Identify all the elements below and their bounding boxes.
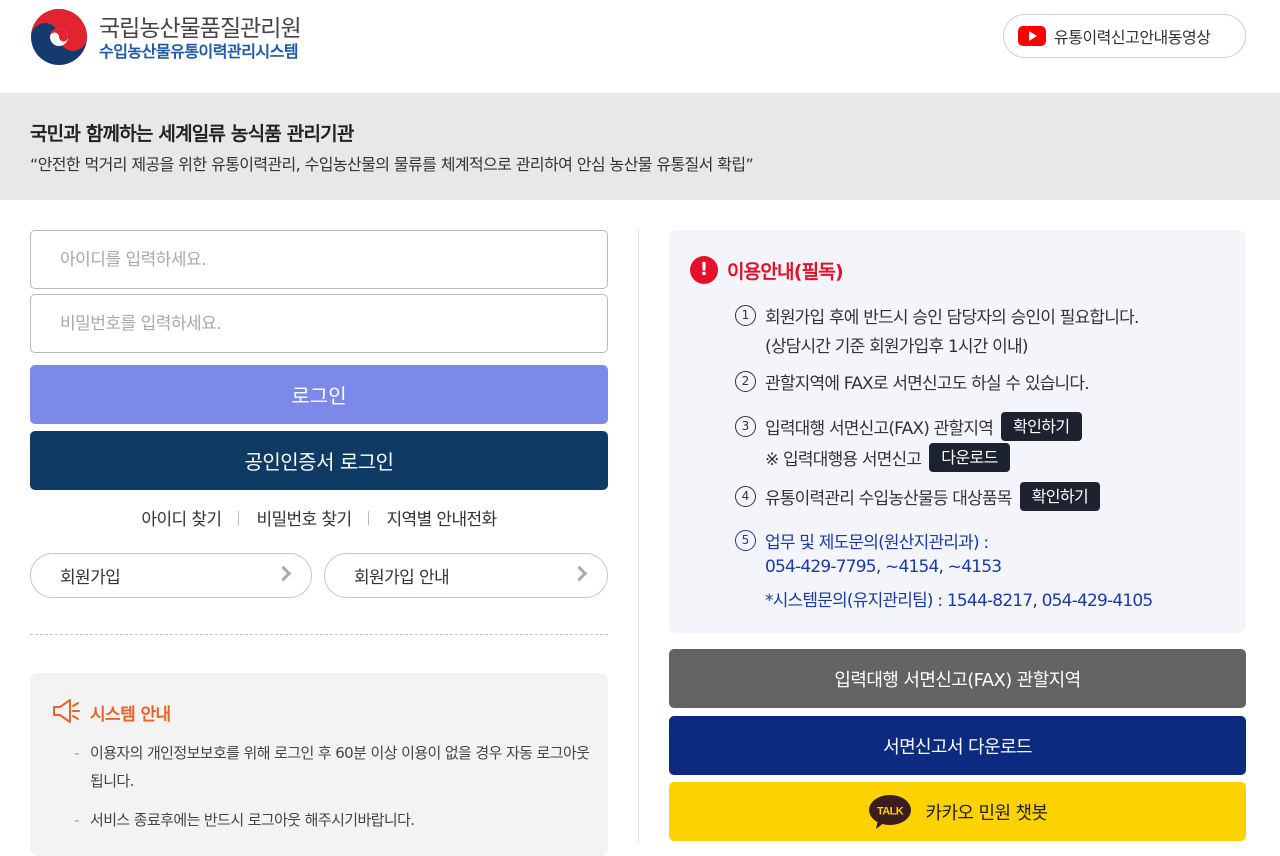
government-emblem-icon[interactable]: [30, 8, 88, 66]
notice-item-3-text: 입력대행 서면신고(FAX) 관할지역: [765, 419, 994, 439]
system-notice-title: 시스템 안내: [90, 705, 171, 725]
system-notice-box: 시스템 안내 이용자의 개인정보보호를 위해 로그인 후 60분 이상 이용이 …: [30, 673, 608, 856]
form-download-large-button[interactable]: 서면신고서 다운로드: [669, 716, 1246, 775]
find-id-link[interactable]: 아이디 찾기: [141, 505, 222, 530]
notice-item-3: 3 입력대행 서면신고(FAX) 관할지역 확인하기: [735, 412, 1082, 441]
form-download-label: 서면신고서 다운로드: [883, 736, 1032, 758]
find-password-link[interactable]: 비밀번호 찾기: [256, 505, 352, 530]
notice-item-2-text: 관할지역에 FAX로 서면신고도 하실 수 있습니다.: [765, 374, 1090, 394]
login-button[interactable]: 로그인: [30, 365, 608, 424]
slogan-banner: 국민과 함께하는 세계일류 농식품 관리기관 “안전한 먹거리 제공을 위한 유…: [0, 93, 1280, 200]
notice-item-4-text: 유통이력관리 수입농산물등 대상품목: [765, 489, 1012, 509]
circled-number: 1: [735, 305, 756, 326]
column-divider: [638, 230, 639, 842]
account-links: 아이디 찾기 비밀번호 찾기 지역별 안내전화: [30, 505, 608, 530]
system-notice-item: 서비스 종료후에는 반드시 로그아웃 해주시기바랍니다.: [74, 806, 594, 834]
usage-notice-title: 이용안내(필독): [727, 261, 844, 283]
notice-item-5-text: 업무 및 제도문의(원산지관리과) :: [765, 533, 989, 553]
notice-item-4: 4 유통이력관리 수입농산물등 대상품목 확인하기: [735, 482, 1101, 511]
id-input[interactable]: [30, 230, 608, 289]
header: 국립농산물품질관리원 수입농산물유통이력관리시스템 유통이력신고안내동영상: [0, 0, 1280, 93]
chevron-right-icon: [571, 565, 588, 582]
notice-item-3-sub-text: ※ 입력대행용 서면신고: [765, 450, 922, 470]
chevron-right-icon: [275, 565, 292, 582]
notice-item-5: 5 업무 및 제도문의(원산지관리과) :: [735, 528, 989, 553]
contact-phone-numbers: 054-429-7795, ~4154, ~4153: [765, 557, 1002, 577]
circled-number: 2: [735, 371, 756, 392]
password-input[interactable]: [30, 294, 608, 353]
fax-region-check-button[interactable]: 확인하기: [1001, 412, 1082, 441]
join-label: 회원가입: [60, 568, 121, 588]
regional-phone-link[interactable]: 지역별 안내전화: [386, 505, 497, 530]
circled-number: 4: [735, 486, 756, 507]
fax-region-label: 입력대행 서면신고(FAX) 관할지역: [834, 669, 1081, 691]
usage-notice-panel: ! 이용안내(필독) 1 회원가입 후에 반드시 승인 담당자의 승인이 필요합…: [669, 230, 1246, 633]
link-divider: [238, 510, 240, 525]
join-guide-button[interactable]: 회원가입 안내: [324, 553, 608, 598]
megaphone-icon: [53, 699, 80, 723]
certificate-login-button[interactable]: 공인인증서 로그인: [30, 431, 608, 490]
notice-item-3-sub: ※ 입력대행용 서면신고 다운로드: [765, 443, 1010, 472]
fax-region-button[interactable]: 입력대행 서면신고(FAX) 관할지역: [669, 649, 1246, 708]
system-name[interactable]: 수입농산물유통이력관리시스템: [99, 38, 299, 62]
form-download-button[interactable]: 다운로드: [929, 443, 1010, 472]
system-contact-numbers: *시스템문의(유지관리팀) : 1544-8217, 054-429-4105: [765, 591, 1153, 611]
circled-number: 3: [735, 416, 756, 437]
section-divider: [30, 634, 608, 635]
notice-item-1: 1 회원가입 후에 반드시 승인 담당자의 승인이 필요합니다.: [735, 303, 1139, 328]
kakao-chatbot-button[interactable]: TALK 카카오 민원 챗봇: [669, 782, 1246, 841]
talk-text: TALK: [876, 805, 903, 817]
banner-subtitle: “안전한 먹거리 제공을 위한 유통이력관리, 수입농산물의 물류를 체계적으로…: [30, 155, 754, 174]
guide-video-button[interactable]: 유통이력신고안내동영상: [1003, 14, 1246, 58]
kakao-chatbot-label: 카카오 민원 챗봇: [925, 802, 1049, 824]
join-button[interactable]: 회원가입: [30, 553, 312, 598]
link-divider: [368, 510, 370, 525]
kakao-talk-icon: TALK: [868, 794, 911, 829]
system-notice-item: 이용자의 개인정보보호를 위해 로그인 후 60분 이상 이용이 없을 경우 자…: [74, 739, 594, 795]
banner-title: 국민과 함께하는 세계일류 농식품 관리기관: [30, 123, 354, 145]
notice-item-2: 2 관할지역에 FAX로 서면신고도 하실 수 있습니다.: [735, 369, 1090, 394]
notice-item-1-sub: (상담시간 기준 회원가입후 1시간 이내): [765, 337, 1029, 357]
exclamation-icon: !: [690, 256, 718, 284]
guide-video-label: 유통이력신고안내동영상: [1054, 28, 1211, 47]
target-items-check-button[interactable]: 확인하기: [1019, 482, 1101, 511]
circled-number: 5: [735, 530, 756, 551]
notice-item-1-text: 회원가입 후에 반드시 승인 담당자의 승인이 필요합니다.: [765, 308, 1139, 328]
youtube-icon: [1018, 26, 1046, 46]
join-guide-label: 회원가입 안내: [354, 568, 450, 588]
